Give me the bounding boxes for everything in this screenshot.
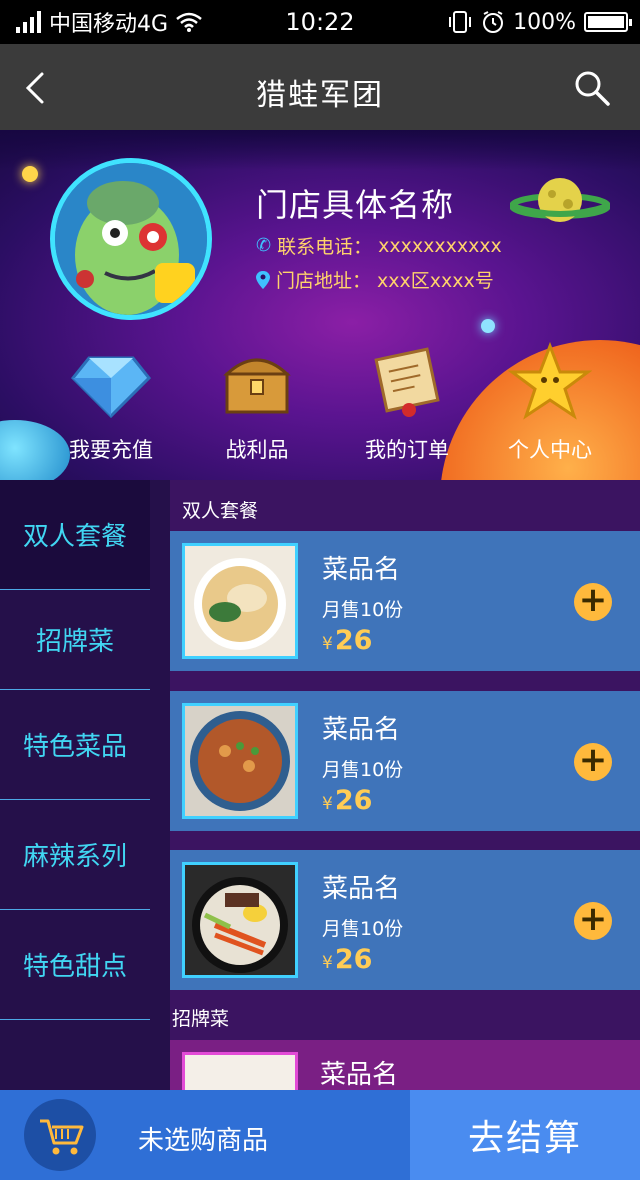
phone-icon: ✆	[256, 235, 272, 256]
dish-sales: 月售10份	[322, 599, 404, 621]
feature-loot[interactable]: 战利品	[192, 340, 322, 462]
battery-icon	[584, 12, 632, 32]
store-avatar	[50, 158, 212, 320]
frog-mascot-icon	[55, 163, 207, 315]
feature-profile[interactable]: 个人中心	[485, 340, 615, 462]
dish-name: 菜品名	[320, 1060, 399, 1090]
feature-recharge[interactable]: 我要充值	[46, 340, 176, 462]
category-couple-set[interactable]: 双人套餐	[0, 480, 150, 590]
address-value: xxx区xxxx号	[377, 270, 494, 292]
section-title: 双人套餐	[182, 500, 259, 522]
dish-price: ¥26	[322, 944, 373, 975]
store-name: 门店具体名称	[256, 186, 455, 224]
phone-value: xxxxxxxxxxx	[378, 234, 502, 257]
dish-image	[182, 703, 298, 819]
feature-label: 个人中心	[508, 438, 592, 462]
cloud-decoration	[0, 130, 640, 170]
star-icon	[507, 341, 593, 420]
alarm-icon	[483, 11, 504, 33]
page-title: 猎蛙军团	[256, 78, 384, 113]
menu-list[interactable]: 双人套餐 菜品名 月售10份 ¥26 + 菜品名 月售10份 ¥26 + 菜品名…	[150, 480, 640, 1090]
vibrate-icon	[449, 11, 472, 33]
category-signature[interactable]: 招牌菜	[0, 590, 150, 690]
store-address: 门店地址： xxx区xxxx号	[256, 266, 494, 293]
star-decoration	[481, 319, 495, 333]
dish-card[interactable]: 菜品名 月售10份 ¥26 +	[170, 850, 640, 990]
dish-card[interactable]: 菜品名	[170, 1040, 640, 1090]
dish-sales: 月售10份	[322, 918, 404, 940]
nav-bar: 猎蛙军团	[0, 44, 640, 130]
star-decoration	[22, 166, 38, 182]
diamond-icon	[70, 356, 152, 419]
cart-status-text: 未选购商品	[138, 1126, 269, 1156]
category-sidebar: 双人套餐 招牌菜 特色菜品 麻辣系列 特色甜点	[0, 480, 150, 1090]
dish-price: ¥26	[322, 785, 373, 816]
category-spicy[interactable]: 麻辣系列	[0, 800, 150, 910]
dish-image	[182, 543, 298, 659]
address-label: 门店地址：	[276, 270, 372, 292]
category-dessert[interactable]: 特色甜点	[0, 910, 150, 1020]
status-bar: 中国移动4G 10:22 100%	[0, 0, 640, 44]
dish-name: 菜品名	[322, 874, 401, 904]
shopping-cart-icon[interactable]	[24, 1099, 96, 1171]
dish-sales: 月售10份	[322, 759, 404, 781]
scroll-icon	[374, 347, 440, 417]
dish-name: 菜品名	[322, 555, 401, 585]
location-pin-icon	[256, 270, 270, 289]
status-right: 100%	[447, 0, 632, 44]
dish-card[interactable]: 菜品名 月售10份 ¥26 +	[170, 691, 640, 831]
ringed-planet-decoration	[510, 178, 610, 222]
feature-orders[interactable]: 我的订单	[342, 340, 472, 462]
treasure-chest-icon	[223, 358, 291, 414]
search-icon[interactable]	[572, 68, 612, 108]
battery-label: 100%	[513, 9, 576, 35]
add-to-cart-button[interactable]: +	[574, 743, 612, 781]
store-header: 门店具体名称 ✆ 联系电话： xxxxxxxxxxx 门店地址： xxx区xxx…	[0, 130, 640, 480]
section-title: 招牌菜	[172, 1008, 230, 1030]
dish-name: 菜品名	[322, 715, 401, 745]
cart-summary[interactable]: 未选购商品	[0, 1090, 410, 1180]
dish-price: ¥26	[322, 625, 373, 656]
add-to-cart-button[interactable]: +	[574, 583, 612, 621]
store-phone[interactable]: ✆ 联系电话： xxxxxxxxxxx	[256, 232, 502, 259]
add-to-cart-button[interactable]: +	[574, 902, 612, 940]
dish-card[interactable]: 菜品名 月售10份 ¥26 +	[170, 531, 640, 671]
feature-label: 我要充值	[69, 438, 153, 462]
category-special[interactable]: 特色菜品	[0, 690, 150, 800]
phone-label: 联系电话：	[277, 236, 373, 258]
feature-label: 我的订单	[365, 438, 449, 462]
feature-label: 战利品	[225, 438, 289, 462]
cart-bar: 未选购商品 去结算	[0, 1090, 640, 1180]
dish-image	[182, 862, 298, 978]
checkout-button[interactable]: 去结算	[410, 1090, 640, 1180]
dish-image	[182, 1052, 298, 1090]
